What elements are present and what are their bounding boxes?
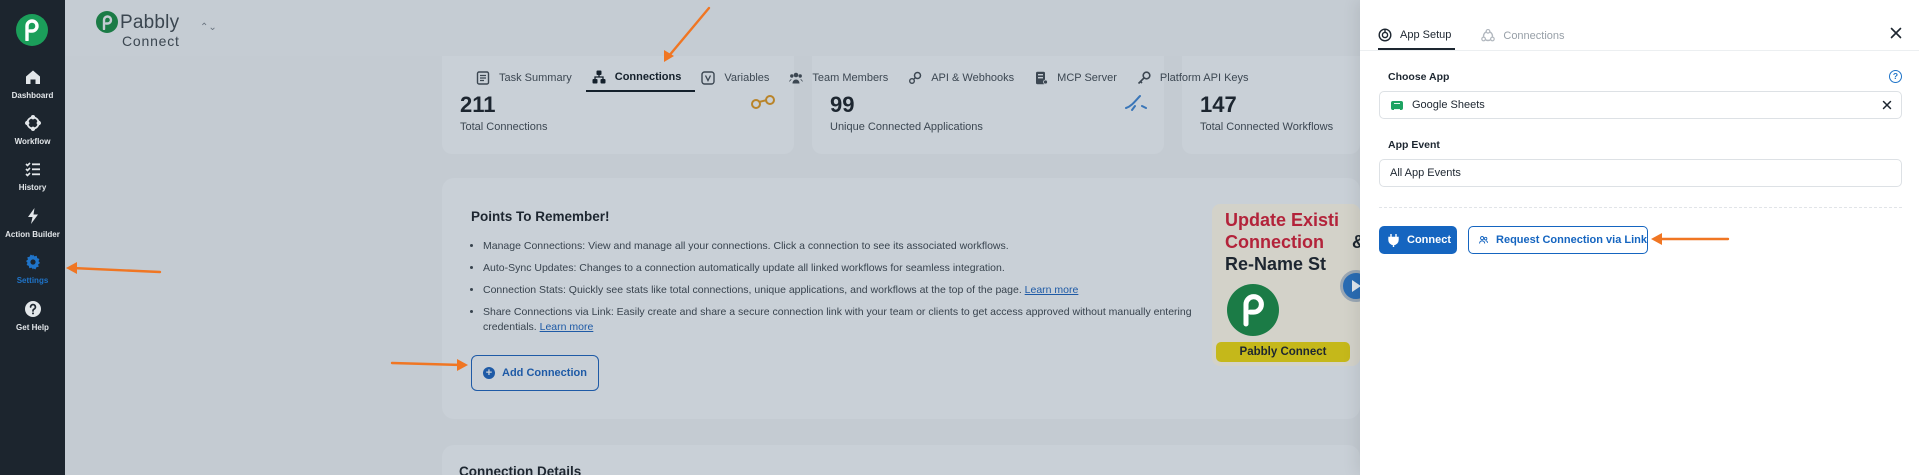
points-to-remember-card: Points To Remember! Manage Connections: … xyxy=(442,178,1360,419)
logo-wordmark: Pabbly xyxy=(120,12,180,33)
connect-label: Connect xyxy=(1407,234,1451,246)
key-icon xyxy=(1137,71,1151,85)
app-event-value: All App Events xyxy=(1390,167,1461,179)
stat-label: Total Connected Workflows xyxy=(1200,121,1334,133)
add-connection-button[interactable]: + Add Connection xyxy=(471,355,599,391)
tab-label: API & Webhooks xyxy=(931,72,1015,84)
plus-circle-icon: + xyxy=(483,367,495,379)
pabbly-logo-icon xyxy=(1227,284,1279,336)
points-list: Manage Connections: View and manage all … xyxy=(483,239,1203,342)
connections-hub-icon xyxy=(1481,29,1496,42)
workflow-icon xyxy=(24,115,41,131)
sidebar-item-dashboard[interactable]: Dashboard xyxy=(0,68,65,100)
sidebar-item-action-builder[interactable]: Action Builder xyxy=(0,207,65,239)
thumbnail-text: & xyxy=(1352,232,1360,253)
mcp-server-icon xyxy=(1036,71,1049,85)
help-icon[interactable]: ? xyxy=(1889,70,1902,83)
connect-button[interactable]: Connect xyxy=(1379,226,1457,254)
play-icon[interactable] xyxy=(1340,270,1360,302)
sidebar-item-label: Settings xyxy=(16,276,49,285)
choose-app-value: Google Sheets xyxy=(1412,99,1485,111)
list-item: Connection Stats: Quickly see stats like… xyxy=(483,283,1203,298)
tab-label: Connections xyxy=(1503,30,1565,42)
plug-icon xyxy=(1388,233,1399,247)
connection-details-title: Connection Details xyxy=(459,464,582,475)
tab-task-summary[interactable]: Task Summary xyxy=(470,64,586,92)
thumbnail-text: Update Existi xyxy=(1225,210,1340,230)
learn-more-link[interactable]: Learn more xyxy=(540,321,594,333)
stat-label: Total Connections xyxy=(460,121,548,133)
sidebar-item-settings[interactable]: Settings xyxy=(0,253,65,285)
tab-connections[interactable]: Connections xyxy=(1481,22,1568,50)
stat-label: Unique Connected Applications xyxy=(830,121,983,133)
drawer-tabs: App Setup Connections xyxy=(1378,22,1595,50)
request-connection-label: Request Connection via Link xyxy=(1496,234,1647,246)
learn-more-link[interactable]: Learn more xyxy=(1025,284,1079,296)
left-sidebar: Dashboard Workflow History Action Builde… xyxy=(0,0,65,475)
drawer-divider xyxy=(1360,50,1919,51)
users-icon xyxy=(1479,236,1488,244)
sidebar-item-label: Action Builder xyxy=(5,230,60,239)
clear-icon[interactable] xyxy=(1882,100,1892,110)
form-divider xyxy=(1379,207,1902,208)
tab-variables[interactable]: Variables xyxy=(695,64,783,92)
history-icon xyxy=(24,162,40,177)
workspace-switcher-icon[interactable]: ⌃⌄ xyxy=(200,22,217,33)
tab-label: Variables xyxy=(724,72,770,84)
list-item: Manage Connections: View and manage all … xyxy=(483,239,1203,254)
app-setup-icon xyxy=(1378,28,1392,42)
points-title: Points To Remember! xyxy=(471,209,610,224)
gear-icon xyxy=(25,254,40,270)
sidebar-item-label: Dashboard xyxy=(11,91,54,100)
tab-api-webhooks[interactable]: API & Webhooks xyxy=(902,64,1028,92)
tab-label: App Setup xyxy=(1400,29,1452,41)
tab-label: Platform API Keys xyxy=(1159,72,1249,84)
connections-icon xyxy=(592,70,606,84)
list-item: Auto-Sync Updates: Changes to a connecti… xyxy=(483,261,1203,276)
sidebar-item-label: Get Help xyxy=(16,323,49,332)
top-bar xyxy=(65,0,1360,56)
tab-app-setup[interactable]: App Setup xyxy=(1378,22,1456,50)
sidebar-item-label: Workflow xyxy=(14,137,51,146)
app-event-field[interactable]: All App Events xyxy=(1379,159,1902,187)
tab-team-members[interactable]: Team Members xyxy=(783,64,902,92)
google-sheets-icon xyxy=(1391,100,1403,110)
tab-mcp-server[interactable]: MCP Server xyxy=(1028,64,1131,92)
tab-label: Connections xyxy=(614,71,682,83)
choose-app-label: Choose App xyxy=(1388,71,1450,83)
tab-label: Task Summary xyxy=(499,72,572,84)
video-thumbnail[interactable]: Update Existi Connection & Re-Name St Pa… xyxy=(1212,204,1360,366)
sidebar-item-history[interactable]: History xyxy=(0,160,65,192)
home-icon xyxy=(25,70,40,84)
close-icon[interactable] xyxy=(1889,26,1903,40)
variables-icon xyxy=(701,71,716,85)
api-webhooks-icon xyxy=(909,71,922,84)
team-members-icon xyxy=(789,72,804,84)
thumbnail-banner: Pabbly Connect xyxy=(1216,342,1350,362)
app-event-label: App Event xyxy=(1388,139,1440,151)
tab-label: MCP Server xyxy=(1057,72,1117,84)
tab-platform-api-keys[interactable]: Platform API Keys xyxy=(1131,64,1263,92)
pabbly-logo-icon[interactable] xyxy=(16,14,48,46)
list-item: Share Connections via Link: Easily creat… xyxy=(483,305,1203,335)
arrow-to-settings xyxy=(70,266,162,274)
connection-drawer: App Setup Connections Choose App ? Googl… xyxy=(1360,0,1919,475)
thumbnail-text: Connection xyxy=(1225,232,1324,252)
help-circle-icon xyxy=(24,301,41,317)
settings-tabs: Task Summary Connections Variables Team … xyxy=(470,64,1263,98)
request-connection-via-link-button[interactable]: Request Connection via Link xyxy=(1468,226,1648,254)
tab-connections[interactable]: Connections xyxy=(585,64,696,92)
connection-details-card: Connection Details xyxy=(442,445,1360,475)
sidebar-item-label: History xyxy=(18,183,47,192)
choose-app-select[interactable]: Google Sheets xyxy=(1379,91,1902,119)
sidebar-item-get-help[interactable]: Get Help xyxy=(0,300,65,332)
thumbnail-text: Re-Name St xyxy=(1225,254,1327,274)
add-connection-label: Add Connection xyxy=(502,367,587,379)
task-summary-icon xyxy=(476,71,490,85)
bolt-icon xyxy=(27,208,38,224)
pabbly-p-icon xyxy=(96,11,118,33)
tab-label: Team Members xyxy=(812,72,889,84)
logo-subwordmark: Connect xyxy=(122,33,180,49)
sidebar-item-workflow[interactable]: Workflow xyxy=(0,114,65,146)
